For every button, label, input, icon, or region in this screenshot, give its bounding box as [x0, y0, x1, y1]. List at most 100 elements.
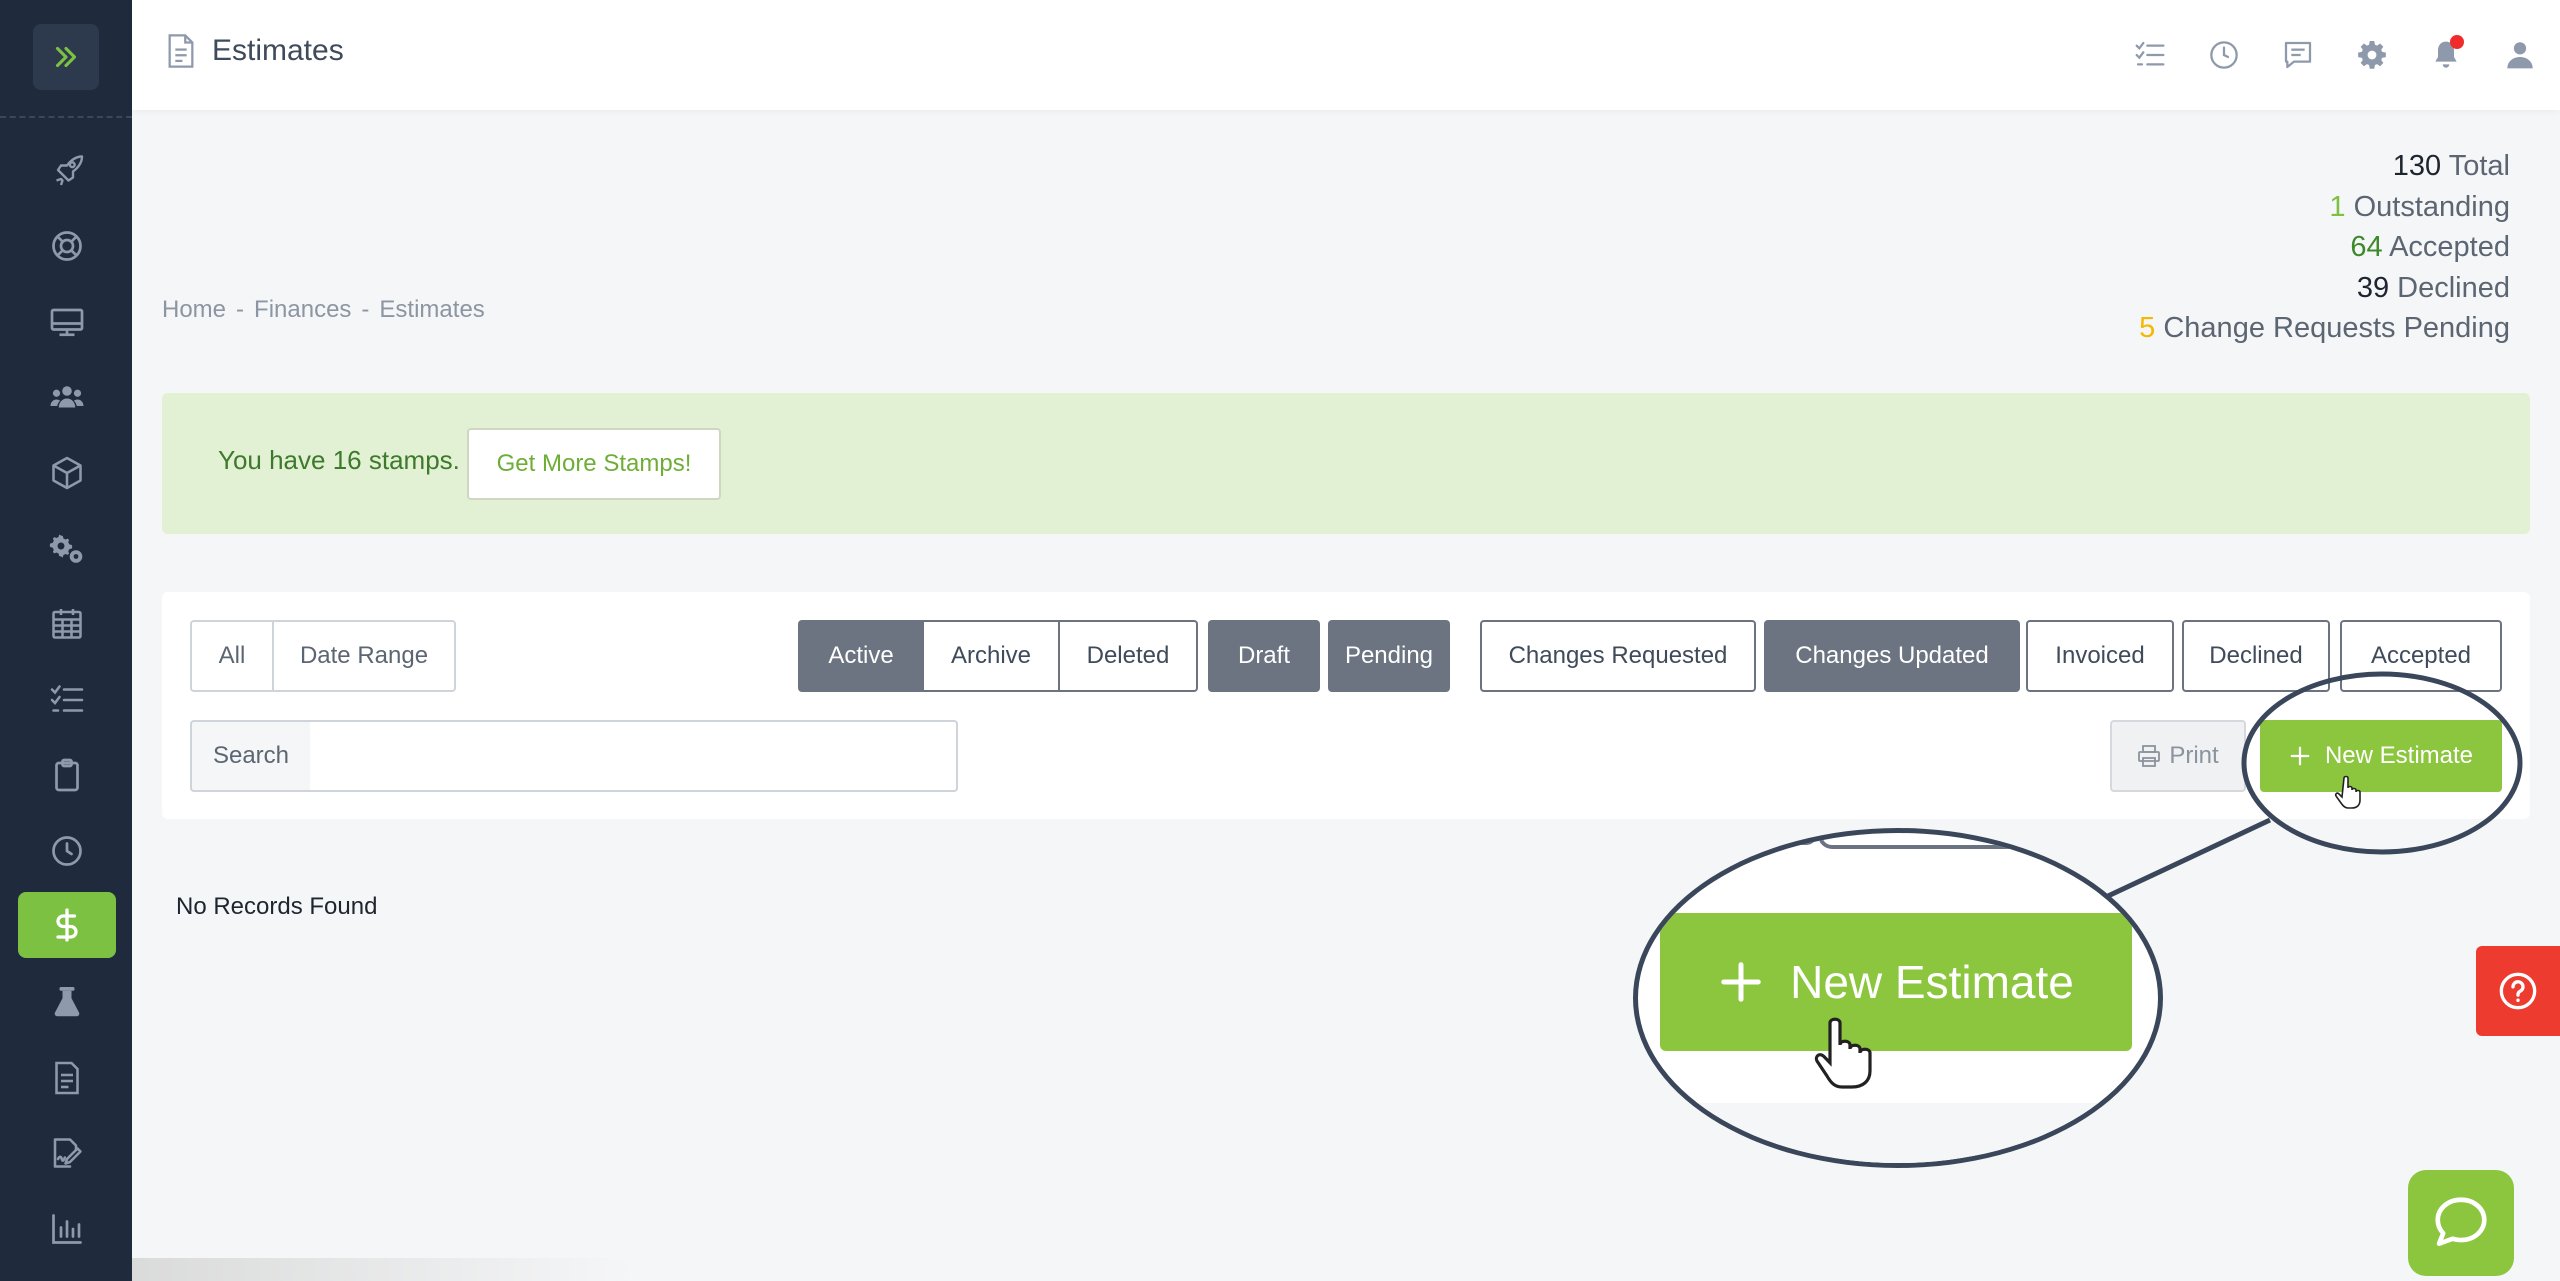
breadcrumb-home[interactable]: Home: [162, 296, 226, 324]
get-more-stamps-button[interactable]: Get More Stamps!: [467, 428, 721, 500]
flask-icon: [54, 987, 80, 1017]
sidebar-item-reports[interactable]: [18, 1196, 116, 1262]
sidebar-item-calendar[interactable]: [18, 591, 116, 657]
filter-changes-requested-button[interactable]: Changes Requested: [1480, 620, 1756, 692]
filter-panel: All Date Range Active Archive Deleted Dr…: [162, 592, 2530, 819]
lifebuoy-icon: [52, 231, 82, 261]
help-button[interactable]: [2476, 946, 2560, 1036]
sidebar-item-tasks[interactable]: [18, 667, 116, 733]
chat-bubble-icon: [2435, 1197, 2487, 1246]
sidebar-item-documents[interactable]: [18, 1045, 116, 1111]
estimate-stats: 130 Total 1 Outstanding 64 Accepted 39 D…: [2139, 146, 2510, 349]
plus-icon: [2290, 746, 2310, 766]
box-icon: [52, 456, 82, 490]
sidebar-item-monitor[interactable]: [18, 289, 116, 355]
filter-date-range-button[interactable]: Date Range: [272, 620, 456, 692]
stat-change-requests: 5 Change Requests Pending: [2139, 312, 2510, 344]
search-input[interactable]: [310, 720, 958, 792]
stat-outstanding: 1 Outstanding: [2329, 190, 2510, 223]
gear-icon: [2358, 41, 2386, 69]
sidebar-item-clipboard[interactable]: [18, 742, 116, 808]
horizontal-scrollbar[interactable]: [132, 1258, 632, 1281]
sidebar-item-users[interactable]: [18, 364, 116, 430]
top-bar-icons: [2132, 30, 2538, 80]
tasks-button[interactable]: [2132, 37, 2168, 73]
checklist-icon: [50, 685, 84, 712]
new-estimate-label: New Estimate: [2324, 742, 2474, 769]
hand-cursor-icon: [1814, 1017, 1872, 1089]
page-title: Estimates: [212, 34, 344, 67]
stat-declined: 39 Declined: [2356, 271, 2510, 304]
breadcrumb-separator: -: [236, 296, 245, 323]
profile-button[interactable]: [2502, 37, 2538, 73]
filter-deleted-button[interactable]: Deleted: [1058, 620, 1198, 692]
filter-declined-button[interactable]: Declined: [2182, 620, 2330, 692]
stamps-banner: You have 16 stamps. Get More Stamps!: [162, 393, 2530, 534]
sidebar-item-contracts[interactable]: [18, 1120, 116, 1186]
users-icon: [50, 386, 84, 408]
plus-icon: [1721, 962, 1761, 1002]
time-button[interactable]: [2206, 37, 2242, 73]
chat-icon: [2284, 41, 2312, 69]
filter-accepted-button[interactable]: Accepted: [2340, 620, 2502, 692]
sidebar: [0, 0, 132, 1281]
breadcrumb-current: Estimates: [379, 296, 485, 323]
messages-button[interactable]: [2280, 37, 2316, 73]
filter-archive-button[interactable]: Archive: [922, 620, 1060, 692]
chevrons-right-icon: [55, 46, 77, 68]
print-label: Print: [2169, 742, 2219, 769]
sidebar-item-lab[interactable]: [18, 969, 116, 1035]
filter-pending-button[interactable]: Pending: [1328, 620, 1450, 692]
clipboard-icon: [55, 758, 79, 792]
sidebar-divider: [0, 116, 132, 118]
bar-chart-icon: [52, 1214, 82, 1244]
checklist-icon: [2135, 41, 2165, 66]
stat-accepted: 64 Accepted: [2350, 231, 2510, 263]
document-icon: [55, 1061, 79, 1095]
gears-icon: [49, 534, 83, 563]
clock-icon: [2210, 41, 2238, 69]
zoom-new-estimate-button: New Estimate: [1660, 913, 2132, 1051]
zoom-partial-button-right: [1818, 833, 2048, 849]
live-chat-button[interactable]: [2408, 1170, 2514, 1276]
sidebar-item-finances[interactable]: [18, 892, 116, 958]
sidebar-item-products[interactable]: [18, 440, 116, 506]
callout-connector-line: [2106, 817, 2272, 899]
breadcrumb: Home - Finances - Estimates: [162, 296, 485, 324]
stamps-text: You have 16 stamps.: [218, 445, 460, 475]
sidebar-item-support[interactable]: [18, 213, 116, 279]
invoice-icon: [168, 34, 194, 68]
sidebar-item-rocket[interactable]: [18, 137, 116, 203]
rocket-icon: [56, 155, 84, 186]
breadcrumb-separator: -: [361, 296, 370, 323]
zoom-background: [1638, 1103, 2158, 1163]
settings-button[interactable]: [2354, 37, 2390, 73]
filter-draft-button[interactable]: Draft: [1208, 620, 1320, 692]
zoom-partial-button-left: [1778, 833, 1818, 845]
printer-icon: [2138, 745, 2161, 767]
stat-total: 130 Total: [2392, 150, 2510, 182]
sidebar-item-time[interactable]: [18, 818, 116, 884]
search-label: Search: [190, 720, 312, 792]
filter-invoiced-button[interactable]: Invoiced: [2026, 620, 2174, 692]
zoom-magnifier: New Estimate: [1633, 828, 2163, 1168]
filter-changes-updated-button[interactable]: Changes Updated: [1764, 620, 2020, 692]
sidebar-item-settings[interactable]: [18, 516, 116, 582]
monitor-icon: [50, 308, 84, 337]
notifications-button[interactable]: [2428, 35, 2464, 73]
breadcrumb-finances[interactable]: Finances: [254, 296, 351, 324]
question-circle-icon: [2499, 972, 2537, 1010]
dollar-icon: [56, 908, 78, 942]
filter-active-button[interactable]: Active: [798, 620, 924, 692]
new-estimate-button[interactable]: New Estimate: [2260, 720, 2502, 792]
page-header: Estimates: [164, 26, 344, 76]
print-button[interactable]: Print: [2110, 720, 2246, 792]
filter-all-button[interactable]: All: [190, 620, 274, 692]
notification-badge: [2450, 35, 2464, 49]
user-icon: [2507, 42, 2533, 69]
sidebar-toggle-button[interactable]: [33, 24, 99, 90]
clock-icon: [52, 836, 82, 866]
calendar-icon: [52, 609, 82, 639]
signature-icon: [53, 1138, 82, 1168]
top-bar: Estimates: [132, 0, 2560, 110]
